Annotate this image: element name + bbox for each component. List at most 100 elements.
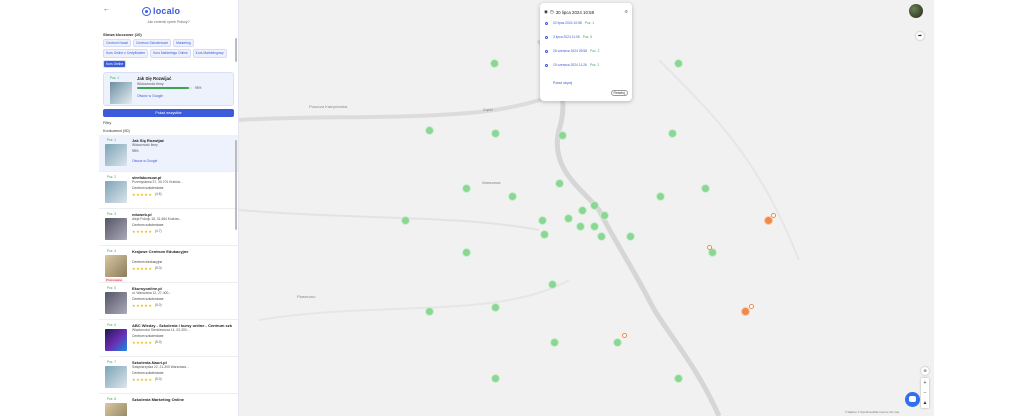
rating-stars: ★★★★★ (132, 191, 153, 197)
reset-button[interactable]: Resetuj (610, 90, 628, 96)
map-cluster-marker[interactable] (599, 210, 609, 220)
open-in-google-link[interactable]: Otwórz w Google (132, 159, 232, 163)
map-rank-marker[interactable] (748, 303, 754, 309)
map-cluster-marker[interactable] (673, 58, 683, 68)
map-rank-marker[interactable] (621, 332, 627, 338)
show-more-link[interactable]: Pokaż więcej (553, 81, 572, 85)
map[interactable]: Puszcza Kampinoska Ząbki Warszawa Piasec… (239, 0, 934, 416)
map-cluster-marker[interactable] (563, 213, 573, 223)
history-entry[interactable]: 15 czerwca 2024 11:26 Poz. 2 (553, 63, 599, 67)
history-popup: ◉ ◷ 30 lipca 2024 10:58 ⚙ 02 lipca 2024 … (540, 3, 632, 101)
map-cluster-marker[interactable] (673, 373, 683, 383)
history-entry[interactable]: 3 lipca 2024 11:05 Poz. 5 (553, 35, 592, 39)
radio-icon[interactable] (545, 21, 548, 25)
promo-badge: Promowane (105, 277, 124, 282)
map-cluster-marker[interactable] (549, 337, 559, 347)
open-in-google-link[interactable]: Otwórz w Google (137, 94, 163, 98)
map-cluster-marker[interactable] (490, 373, 500, 383)
competitor-card[interactable]: Poz. 4 Krajowe Centrum Edukacyjne Centrum … (99, 246, 238, 283)
map-cluster-marker[interactable] (554, 178, 564, 188)
keyword-chip[interactable]: Centrum Szkoleniowe (133, 39, 172, 48)
map-cluster-marker[interactable] (596, 231, 606, 241)
competitor-card[interactable]: Poz. 5 Ekursyonline.pl ul. Warszawa 12, 27… (99, 283, 238, 320)
map-cluster-marker[interactable] (461, 183, 471, 193)
map-cluster-marker[interactable] (490, 128, 500, 138)
chat-icon[interactable] (905, 392, 920, 407)
map-business-marker[interactable] (740, 306, 750, 316)
compass-icon[interactable]: ▲ (921, 398, 929, 408)
arrow-left-icon[interactable]: ← (103, 6, 110, 13)
map-cluster-marker[interactable] (489, 58, 499, 68)
map-cluster-marker[interactable] (424, 125, 434, 135)
business-category: Centrum szkoleniowe (132, 185, 164, 190)
business-category: Centrum szkoleniowe (132, 296, 164, 301)
map-cluster-marker[interactable] (424, 306, 434, 316)
competitor-card[interactable]: Poz. 7 Szkolenia-Nauri.pl Świętokrzyska 22… (99, 357, 238, 394)
position-label: Poz. 1 (107, 137, 117, 142)
history-entry[interactable]: 26 czerwca 2024 09:58 Poz. 2 (553, 49, 599, 53)
competitor-card[interactable]: Poz. 8 Szkolenia Marketing Online (99, 394, 238, 416)
competitor-card[interactable]: Poz. 2 strefakursow.pl Przemysłowa 37, 30-… (99, 172, 238, 209)
keyword-chip[interactable]: Centrum Nauki (103, 39, 131, 48)
position-label: Poz. 7 (107, 359, 117, 364)
scrollbar-list[interactable] (235, 140, 237, 230)
scrollbar-top[interactable] (235, 38, 237, 62)
business-thumbnail (110, 81, 132, 104)
map-cluster-marker[interactable] (547, 279, 557, 289)
rating-stars: ★★★★★ (132, 228, 153, 234)
visibility-percent: 95% (195, 85, 202, 90)
radio-icon[interactable] (545, 63, 548, 67)
position-label: Poz. 3 (107, 211, 117, 216)
radio-icon[interactable] (545, 49, 548, 53)
position-label: Poz. 4 (107, 248, 117, 253)
map-cluster-marker[interactable] (575, 221, 585, 231)
map-cluster-marker[interactable] (612, 337, 622, 347)
map-cluster-marker[interactable] (507, 191, 517, 201)
map-cluster-marker[interactable] (577, 205, 587, 215)
map-cluster-marker[interactable] (490, 302, 500, 312)
business-name: Krajowe Centrum Edukacyjne (132, 248, 189, 254)
competitor-card[interactable]: Poz. 3 eduweb.pl Aleja Pokoju 18, 31-564 K… (99, 209, 238, 246)
map-rank-marker[interactable] (770, 212, 776, 218)
keyword-chip[interactable]: Kurs Online z Certyfikatem (103, 49, 149, 58)
visibility-label: Widoczność firmy (137, 81, 164, 86)
competitor-card[interactable]: Poz. 1 Jak Się Rozwijać Widoczność firmy 95… (99, 134, 238, 172)
map-cluster-marker[interactable] (400, 215, 410, 225)
radio-icon[interactable]: ◉ (544, 9, 548, 15)
radio-icon[interactable] (545, 35, 548, 39)
competitor-card[interactable]: Poz. 6 ABC Wiedzy - Szkolenia i kursy onl… (99, 320, 238, 357)
gear-icon[interactable]: ⚙ (624, 9, 628, 14)
map-cluster-marker[interactable] (557, 130, 567, 140)
keyword-chip[interactable]: Kurs Online (103, 59, 127, 68)
map-cluster-marker[interactable] (537, 215, 547, 225)
rating-value: (5.0) (155, 340, 162, 345)
business-name: Jak Się Rozwijać (137, 75, 172, 81)
featured-card[interactable]: Poz. 1 Jak Się Rozwijać Widoczność firmy… (103, 71, 234, 106)
user-avatar[interactable] (909, 4, 923, 18)
history-tag: Poz. 2 (589, 63, 600, 67)
map-label-city: Piaseczno (297, 294, 316, 299)
map-cluster-marker[interactable] (625, 231, 635, 241)
keyword-chip[interactable]: Marketing (173, 39, 194, 48)
map-cluster-marker[interactable] (539, 229, 549, 239)
map-cluster-marker[interactable] (667, 128, 677, 138)
map-cluster-marker[interactable] (461, 247, 471, 257)
filters-title[interactable]: Filtry (99, 117, 238, 125)
share-icon[interactable]: ➦ (916, 32, 924, 40)
map-rank-marker[interactable] (706, 244, 712, 250)
map-cluster-marker[interactable] (589, 221, 599, 231)
history-entry[interactable]: 02 lipca 2024 10:58 Poz. 1 (553, 21, 594, 25)
keyword-chip[interactable]: Kurs Marketingu Online (150, 49, 191, 58)
business-name: Szkolenia Marketing Online (132, 396, 185, 402)
map-label-city: Warszawa (482, 180, 501, 185)
logo-icon (142, 6, 151, 16)
business-address: Świętokrzyska 22, 21-300 Warszawa... (132, 364, 189, 369)
zoom-in-button[interactable]: + (921, 378, 929, 388)
map-cluster-marker[interactable] (655, 191, 665, 201)
target-icon[interactable]: ⊕ (921, 367, 929, 375)
zoom-out-button[interactable]: − (921, 388, 929, 398)
keyword-chip[interactable]: Kurs Marketingowy (192, 49, 227, 58)
show-all-button[interactable]: Pokaż wszystkie (103, 108, 234, 117)
map-cluster-marker[interactable] (589, 200, 599, 210)
map-cluster-marker[interactable] (700, 183, 710, 193)
